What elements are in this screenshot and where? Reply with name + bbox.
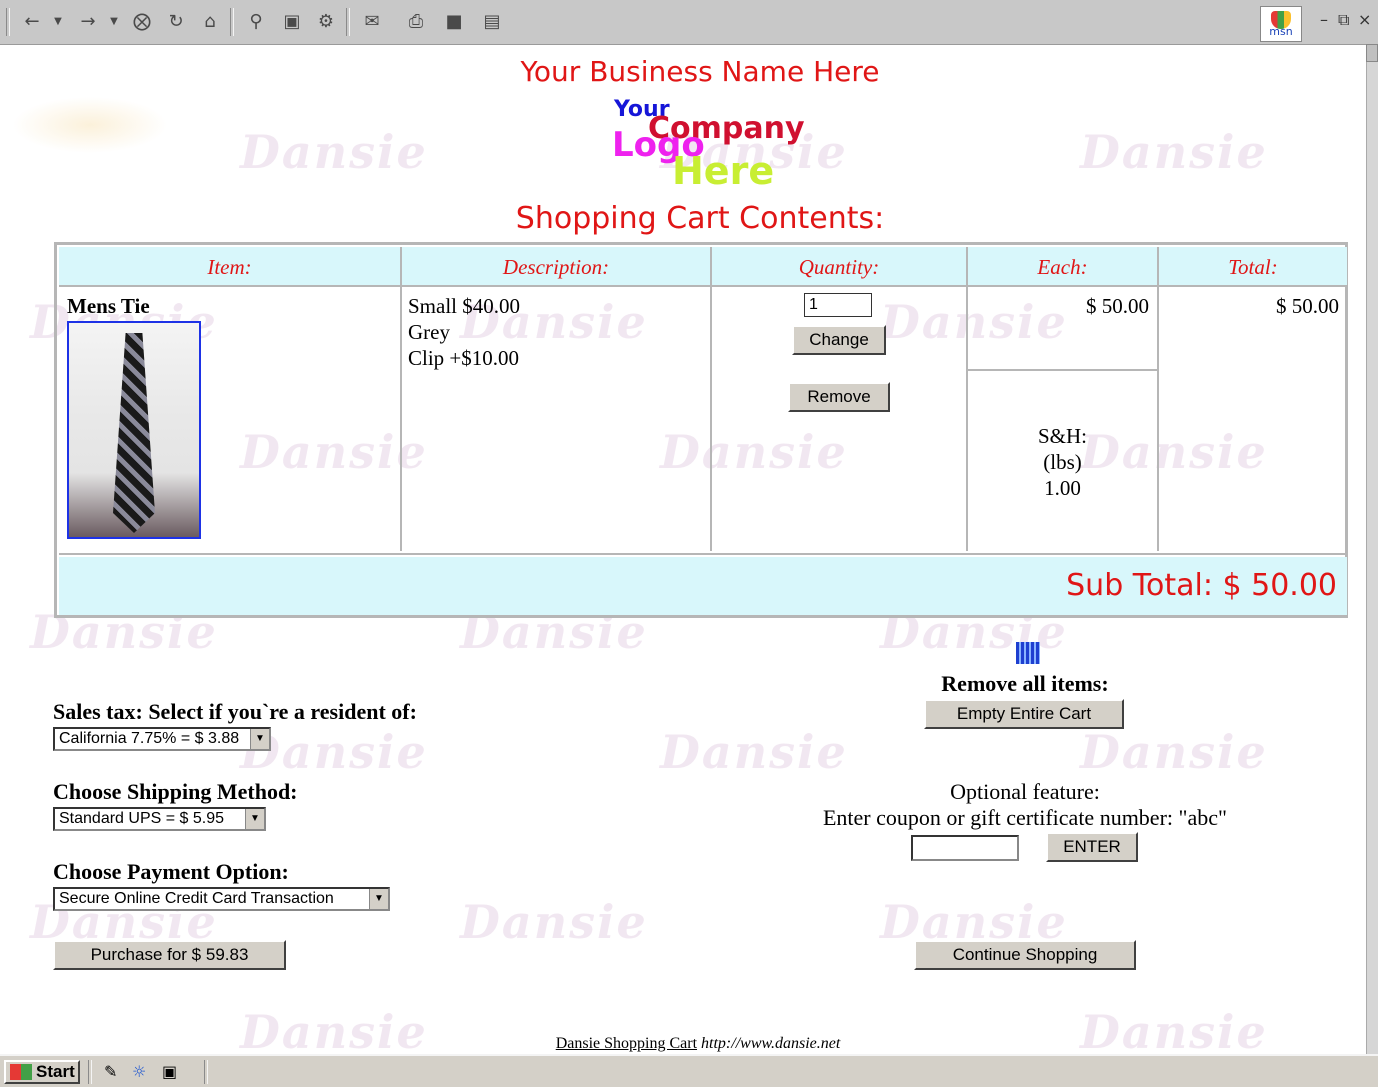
cell-quantity: 1 Change Remove	[712, 287, 968, 551]
continue-shopping-button[interactable]: Continue Shopping	[914, 940, 1136, 970]
back-arrow-icon[interactable]: ←	[20, 9, 44, 33]
vertical-scrollbar[interactable]	[1366, 44, 1378, 1054]
product-image[interactable]	[67, 321, 201, 539]
taskbar-separator	[88, 1060, 92, 1084]
shipping-value: Standard UPS = $ 5.95	[59, 810, 224, 827]
chevron-down-icon[interactable]: ▼	[250, 729, 269, 749]
mail-icon[interactable]: ✉	[360, 9, 384, 33]
coupon-input[interactable]	[911, 835, 1019, 861]
toolbar-separator	[346, 8, 350, 36]
sales-tax-label: Sales tax: Select if you`re a resident o…	[53, 699, 417, 724]
enter-button[interactable]: ENTER	[1046, 832, 1138, 862]
subtotal: Sub Total: $ 50.00	[59, 557, 1347, 615]
header-quantity: Quantity:	[712, 247, 968, 285]
restore-icon[interactable]: ⧉	[1338, 10, 1349, 30]
taskbar: Start ✎ ☼ ▣	[0, 1054, 1378, 1087]
cell-item: Mens Tie	[59, 287, 402, 551]
description-line: Clip +$10.00	[408, 346, 520, 370]
cart-table: Item: Description: Quantity: Each: Total…	[54, 242, 1348, 618]
minimize-icon[interactable]: –	[1320, 10, 1328, 29]
business-name: Your Business Name Here	[520, 55, 880, 88]
chevron-down-icon[interactable]: ▼	[369, 889, 388, 909]
stop-icon[interactable]: ⨂	[130, 9, 154, 33]
cell-divider	[968, 369, 1157, 371]
each-price: $ 50.00	[1086, 294, 1149, 318]
header-description: Description:	[402, 247, 712, 285]
sales-tax-value: California 7.75% = $ 3.88	[59, 730, 240, 747]
change-button[interactable]: Change	[792, 325, 886, 355]
trash-icon	[1016, 642, 1040, 664]
history-icon[interactable]: ⚙	[314, 9, 338, 33]
cell-total: $ 50.00	[1159, 287, 1347, 551]
cell-each: $ 50.00 S&H: (lbs) 1.00	[968, 287, 1159, 551]
payment-select[interactable]: Secure Online Credit Card Transaction ▼	[53, 887, 390, 911]
item-name: Mens Tie	[67, 294, 150, 318]
logo-text-4: Here	[672, 149, 775, 193]
browser-toolbar: ← ▼ → ▼ ⨂ ↻ ⌂ ⚲ ▣ ⚙ ✉ ⎙ ■ ▤ msn – ⧉ ×	[0, 0, 1378, 45]
page-title: Shopping Cart Contents:	[515, 201, 885, 236]
footer-url: http://www.dansie.net	[701, 1035, 841, 1052]
shipping-select[interactable]: Standard UPS = $ 5.95 ▼	[53, 807, 266, 831]
description-line: Small $40.00	[408, 294, 521, 318]
optional-feature-label: Optional feature:	[950, 779, 1100, 804]
search-icon[interactable]: ⚲	[244, 9, 268, 33]
tie-graphic	[113, 333, 155, 533]
footer: Dansie Shopping Cart http://www.dansie.n…	[0, 1035, 1378, 1053]
msn-logo-icon: msn	[1260, 6, 1302, 42]
page-content: Your Business Name Here Your Company Log…	[0, 45, 1366, 1054]
cell-description: Small $40.00 Grey Clip +$10.00	[402, 287, 712, 551]
discuss-icon[interactable]: ▤	[480, 9, 504, 33]
sh-unit: (lbs)	[1043, 450, 1082, 474]
windows-logo-icon	[10, 1064, 32, 1080]
header-each: Each:	[968, 247, 1159, 285]
total-price: $ 50.00	[1276, 294, 1339, 318]
refresh-icon[interactable]: ↻	[164, 9, 188, 33]
start-button[interactable]: Start	[4, 1060, 80, 1084]
chevron-down-icon[interactable]: ▼	[245, 809, 264, 829]
taskbar-separator	[204, 1060, 208, 1084]
empty-cart-button[interactable]: Empty Entire Cart	[924, 699, 1124, 729]
coupon-label: Enter coupon or gift certificate number:…	[822, 805, 1227, 830]
edit-icon[interactable]: ■	[442, 9, 466, 33]
remove-all-label: Remove all items:	[941, 671, 1109, 696]
toolbar-separator	[230, 8, 234, 36]
print-icon[interactable]: ⎙	[404, 9, 428, 33]
sales-tax-select[interactable]: California 7.75% = $ 3.88 ▼	[53, 727, 271, 751]
purchase-button[interactable]: Purchase for $ 59.83	[53, 940, 286, 970]
outlook-icon[interactable]: ▣	[162, 1062, 182, 1082]
quantity-input[interactable]: 1	[804, 293, 872, 317]
company-logo: Your Company Logo Here	[612, 93, 805, 193]
close-icon[interactable]: ×	[1358, 10, 1371, 29]
sh-label: S&H:	[1037, 424, 1087, 448]
desktop-icon[interactable]: ✎	[104, 1062, 124, 1082]
home-icon[interactable]: ⌂	[198, 9, 222, 33]
internet-explorer-icon[interactable]: ☼	[132, 1062, 152, 1082]
dansie-link[interactable]: Dansie Shopping Cart	[556, 1035, 697, 1052]
header-total: Total:	[1159, 247, 1347, 285]
remove-button[interactable]: Remove	[788, 382, 890, 412]
description-line: Grey	[408, 320, 450, 344]
start-label: Start	[36, 1062, 75, 1081]
chevron-down-icon[interactable]: ▼	[46, 9, 70, 33]
payment-label: Choose Payment Option:	[53, 859, 289, 884]
payment-value: Secure Online Credit Card Transaction	[59, 890, 334, 907]
sh-weight: 1.00	[1044, 476, 1081, 500]
favorites-icon[interactable]: ▣	[280, 9, 304, 33]
header-item: Item:	[59, 247, 402, 285]
msn-label: msn	[1269, 25, 1293, 38]
table-divider	[59, 553, 1347, 555]
toolbar-separator	[6, 8, 10, 36]
chevron-down-icon[interactable]: ▼	[102, 9, 126, 33]
forward-arrow-icon[interactable]: →	[76, 9, 100, 33]
